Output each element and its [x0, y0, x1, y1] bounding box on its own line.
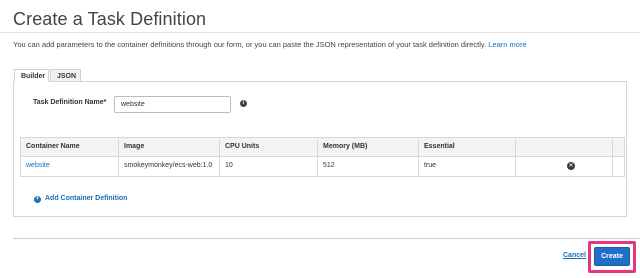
- title-divider: [0, 32, 640, 33]
- column-header-container-name: Container Name: [21, 138, 119, 156]
- column-header-cpu-units: CPU Units: [220, 138, 318, 156]
- add-container-definition-label: Add Container Definition: [45, 195, 128, 202]
- page-title: Create a Task Definition: [13, 9, 207, 29]
- intro-description: You can add parameters to the container …: [13, 40, 487, 49]
- info-icon[interactable]: i: [240, 100, 247, 107]
- column-header-essential: Essential: [419, 138, 516, 156]
- column-header-memory: Memory (MB): [318, 138, 419, 156]
- column-header-image: Image: [119, 138, 220, 156]
- column-header-actions: [516, 138, 613, 156]
- table-row: website smokeymonkey/ecs-web:1.0 10 512 …: [21, 157, 624, 176]
- cell-cpu-units: 10: [220, 157, 318, 176]
- tab-builder[interactable]: Builder: [14, 69, 49, 82]
- task-definition-name-label: Task Definition Name*: [33, 99, 107, 106]
- plus-circle-icon: +: [34, 196, 41, 203]
- learn-more-link[interactable]: Learn more: [488, 40, 526, 49]
- intro-text: You can add parameters to the container …: [13, 40, 527, 49]
- cell-container-name: website: [21, 157, 119, 176]
- column-header-spacer: [613, 138, 624, 156]
- cell-image: smokeymonkey/ecs-web:1.0: [119, 157, 220, 176]
- task-definition-name-input[interactable]: [114, 96, 231, 113]
- cell-essential: true: [419, 157, 516, 176]
- create-button[interactable]: Create: [594, 247, 630, 266]
- footer-divider: [13, 238, 640, 239]
- table-header: Container Name Image CPU Units Memory (M…: [21, 138, 624, 157]
- cell-actions: ✕: [516, 157, 613, 176]
- cell-spacer: [613, 157, 624, 176]
- cell-memory: 512: [318, 157, 419, 176]
- container-name-link[interactable]: website: [26, 162, 50, 169]
- cancel-link[interactable]: Cancel: [563, 252, 586, 259]
- add-container-definition-link[interactable]: + Add Container Definition: [34, 195, 127, 203]
- remove-circle-icon[interactable]: ✕: [567, 162, 575, 170]
- container-definitions-table: Container Name Image CPU Units Memory (M…: [20, 137, 625, 177]
